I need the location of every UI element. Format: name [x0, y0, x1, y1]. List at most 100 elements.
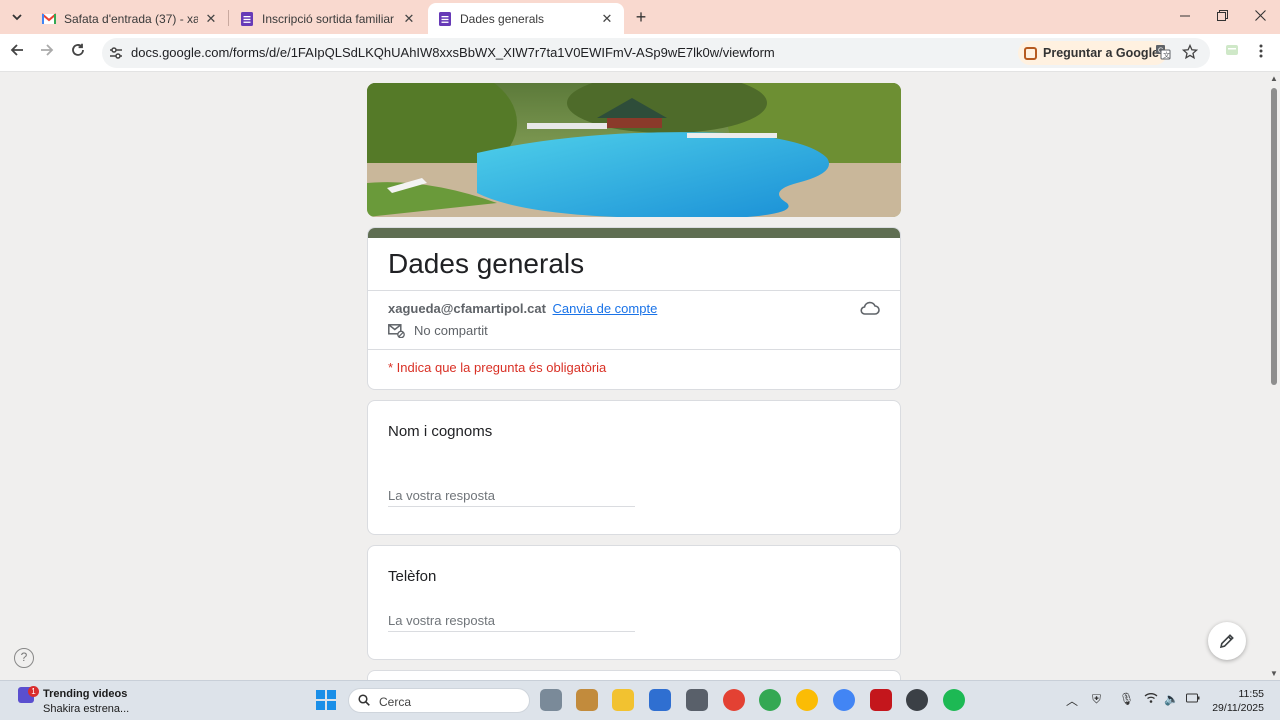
forms-icon — [241, 11, 253, 26]
page-scrollbar[interactable]: ▲ ▼ — [1268, 72, 1280, 680]
browser-title-bar: Safata d'entrada (37) - xagueda ✕ Inscri… — [0, 0, 1280, 34]
wifi-icon[interactable] — [1144, 692, 1158, 707]
required-note: * Indica que la pregunta és obligatòria — [388, 360, 607, 375]
widget-badge: 1 — [28, 686, 39, 697]
tab-label: Inscripció sortida familiar - Form — [262, 11, 396, 26]
site-info-icon[interactable] — [108, 45, 124, 61]
tab-search-button[interactable] — [6, 6, 28, 28]
security-icon[interactable]: ⛨ — [1092, 692, 1101, 707]
share-status-text: No compartit — [414, 323, 488, 338]
page-content: Dades generals xagueda@cfamartipol.cat C… — [0, 72, 1268, 680]
arrow-left-icon — [10, 44, 23, 56]
task-view-icon[interactable] — [540, 689, 562, 711]
obs-icon[interactable] — [906, 689, 928, 711]
help-icon[interactable]: ? — [14, 648, 34, 668]
volume-icon[interactable]: 🔈 — [1164, 692, 1179, 706]
extensions-icon[interactable] — [1221, 42, 1243, 64]
taskbar-search[interactable]: Cerca — [348, 688, 530, 713]
spotify-icon[interactable] — [943, 689, 965, 711]
scroll-down-icon[interactable]: ▼ — [1270, 669, 1278, 678]
microphone-icon[interactable]: 🎙 — [1119, 692, 1134, 706]
game-app-icon[interactable] — [686, 689, 708, 711]
pencil-icon — [1219, 634, 1234, 649]
news-subtitle: Shakira estrena... — [43, 703, 130, 715]
question-title: Telèfon — [388, 568, 437, 585]
library-app-icon[interactable] — [576, 689, 598, 711]
clock-time: 11:55 — [1238, 688, 1265, 700]
url-text[interactable]: docs.google.com/forms/d/e/1FAIpQLSdLKQhU… — [131, 45, 775, 60]
account-email: xagueda@cfamartipol.cat — [388, 301, 546, 316]
chrome-icon[interactable] — [723, 689, 745, 711]
chrome-icon[interactable] — [759, 689, 781, 711]
restore-icon — [1216, 10, 1228, 21]
news-title: Trending videos — [43, 688, 128, 700]
svg-text:文: 文 — [1163, 51, 1170, 60]
scrollbar-thumb[interactable] — [1271, 88, 1277, 385]
form-title-card: Dades generals xagueda@cfamartipol.cat C… — [367, 227, 901, 390]
forms-icon — [439, 11, 451, 26]
name-answer-input[interactable] — [388, 485, 635, 507]
form-accent-stripe — [368, 228, 900, 238]
acrobat-icon[interactable] — [870, 689, 892, 711]
question-card-name: Nom i cognoms — [367, 400, 901, 535]
gmail-icon — [42, 12, 56, 24]
close-icon — [1254, 10, 1266, 21]
close-window-button[interactable] — [1245, 6, 1275, 28]
minimize-icon — [1180, 15, 1190, 17]
reload-button[interactable] — [67, 42, 89, 64]
form-header-image — [367, 83, 901, 217]
chrome-active-icon[interactable] — [833, 689, 855, 711]
cloud-saved-icon — [860, 301, 880, 315]
ask-google-button[interactable]: Preguntar a Google — [1018, 41, 1167, 65]
store-icon[interactable] — [649, 689, 671, 711]
news-widget[interactable]: Trending videos Shakira estrena... — [43, 687, 129, 717]
bookmark-star-icon[interactable] — [1181, 43, 1199, 62]
share-status-row: No compartit — [388, 323, 488, 338]
question-title: Nom i cognoms — [388, 423, 493, 440]
mail-not-shared-icon — [388, 323, 405, 338]
taskbar-search-placeholder: Cerca — [379, 695, 412, 709]
form-title: Dades generals — [388, 248, 585, 279]
reload-icon — [72, 43, 84, 56]
close-tab-icon[interactable]: ✕ — [600, 11, 614, 27]
close-tab-icon[interactable]: ✕ — [204, 11, 218, 27]
battery-icon[interactable] — [1186, 692, 1200, 706]
system-clock[interactable]: 11:55 29/11/2025 — [1212, 687, 1264, 715]
new-tab-button[interactable]: + — [630, 6, 652, 28]
tab-dades-generals[interactable]: Dades generals ✕ — [428, 3, 624, 34]
chrome-icon[interactable] — [796, 689, 818, 711]
divider — [368, 290, 900, 291]
arrow-right-icon — [41, 44, 54, 56]
tab-separator — [228, 10, 229, 26]
tab-gmail[interactable]: Safata d'entrada (37) - xagueda ✕ — [32, 3, 228, 34]
divider — [368, 349, 900, 350]
windows-start-icon[interactable] — [316, 690, 336, 710]
tray-chevron-up-icon[interactable]: ︿ — [1066, 692, 1078, 709]
tab-label: Dades generals — [460, 11, 545, 26]
question-card-phone: Telèfon — [367, 545, 901, 660]
question-card-next — [367, 670, 901, 680]
file-explorer-icon[interactable] — [612, 689, 634, 711]
minimize-button[interactable] — [1170, 6, 1200, 28]
address-bar[interactable]: docs.google.com/forms/d/e/1FAIpQLSdLKQhU… — [102, 38, 1210, 68]
switch-account-link[interactable]: Canvia de compte — [553, 301, 658, 316]
windows-taskbar: 1 Trending videos Shakira estrena... Cer… — [0, 680, 1280, 720]
tab-inscripcio[interactable]: Inscripció sortida familiar - Form ✕ — [230, 3, 426, 34]
browser-menu-icon[interactable] — [1250, 42, 1272, 64]
lens-icon — [1024, 46, 1037, 60]
phone-answer-input[interactable] — [388, 610, 635, 632]
close-tab-icon[interactable]: ✕ — [402, 11, 416, 27]
restore-button[interactable] — [1207, 6, 1237, 28]
account-line: xagueda@cfamartipol.cat Canvia de compte — [388, 301, 657, 316]
scroll-up-icon[interactable]: ▲ — [1270, 74, 1278, 83]
forward-button[interactable] — [36, 42, 58, 64]
chevron-down-icon — [12, 14, 22, 21]
edit-form-button[interactable] — [1208, 622, 1246, 660]
clock-date: 29/11/2025 — [1212, 702, 1264, 714]
search-icon — [358, 694, 370, 709]
ask-google-label: Preguntar a Google — [1043, 46, 1159, 60]
translate-icon[interactable]: G文 — [1154, 44, 1172, 62]
browser-toolbar: docs.google.com/forms/d/e/1FAIpQLSdLKQhU… — [0, 34, 1280, 72]
tab-label: Safata d'entrada (37) - xagueda — [64, 11, 198, 26]
back-button[interactable] — [6, 42, 28, 64]
